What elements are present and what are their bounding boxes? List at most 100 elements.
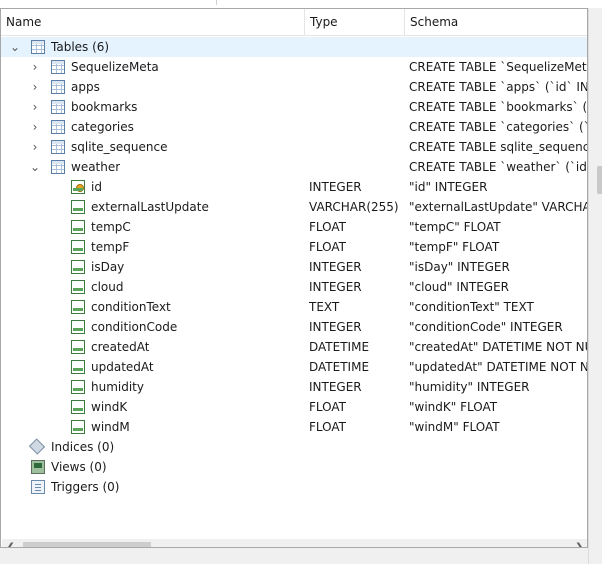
tree-node-label: Tables (6) — [51, 40, 110, 54]
field-row[interactable]: humidity INTEGER "humidity" INTEGER — [1, 377, 587, 397]
field-schema: "isDay" INTEGER — [409, 260, 510, 274]
field-row[interactable]: conditionCode INTEGER "conditionCode" IN… — [1, 317, 587, 337]
table-name: SequelizeMeta — [71, 60, 159, 74]
field-row[interactable]: cloud INTEGER "cloud" INTEGER — [1, 277, 587, 297]
splitter-handle[interactable] — [597, 166, 602, 194]
table-schema: CREATE TABLE `apps` (`id` INTEGER PRIMAR… — [409, 80, 588, 94]
field-name: isDay — [91, 260, 125, 274]
field-row[interactable]: windK FLOAT "windK" FLOAT — [1, 397, 587, 417]
chevron-down-icon[interactable]: ⌄ — [29, 160, 41, 174]
field-row[interactable]: externalLastUpdate VARCHAR(255) "externa… — [1, 197, 587, 217]
vertical-splitter[interactable] — [588, 8, 602, 564]
table-schema: CREATE TABLE sqlite_sequence(name,seq) — [409, 140, 587, 154]
field-row[interactable]: createdAt DATETIME "createdAt" DATETIME … — [1, 337, 588, 357]
field-name: id — [91, 180, 102, 194]
field-type: DATETIME — [309, 340, 370, 354]
field-row[interactable]: id INTEGER "id" INTEGER — [1, 177, 587, 197]
scroll-left-icon[interactable]: ❮ — [2, 539, 19, 547]
tree-node-indices[interactable]: Indices (0) — [1, 437, 587, 457]
table-row[interactable]: › apps CREATE TABLE `apps` (`id` INTEGER… — [1, 77, 588, 97]
field-type: INTEGER — [309, 180, 362, 194]
table-schema: CREATE TABLE `bookmarks` (`id` INTEGER P… — [409, 100, 588, 114]
horizontal-scrollbar[interactable]: ❮ ❯ — [2, 539, 587, 547]
column-icon — [71, 300, 85, 314]
field-name: cloud — [91, 280, 124, 294]
field-schema: "updatedAt" DATETIME NOT NULL — [409, 360, 588, 374]
column-icon — [71, 360, 85, 374]
chevron-right-icon[interactable]: › — [29, 100, 41, 114]
field-name: updatedAt — [91, 360, 154, 374]
toolbar-separator — [216, 0, 217, 5]
field-schema: "createdAt" DATETIME NOT NULL — [409, 340, 588, 354]
tree-node-views[interactable]: Views (0) — [1, 457, 587, 477]
header-schema[interactable]: Schema — [405, 9, 587, 36]
field-name: conditionCode — [91, 320, 178, 334]
field-row[interactable]: conditionText TEXT "conditionText" TEXT — [1, 297, 587, 317]
column-icon — [71, 320, 85, 334]
field-row[interactable]: windM FLOAT "windM" FLOAT — [1, 417, 587, 437]
table-row[interactable]: › bookmarks CREATE TABLE `bookmarks` (`i… — [1, 97, 588, 117]
table-row[interactable]: › SequelizeMeta CREATE TABLE `SequelizeM… — [1, 57, 587, 77]
table-schema: CREATE TABLE `SequelizeMeta` (`name` VAR… — [409, 60, 587, 74]
chevron-right-icon[interactable]: › — [29, 120, 41, 134]
table-icon — [51, 140, 65, 154]
column-icon — [71, 380, 85, 394]
tree-node-label: Indices (0) — [51, 440, 115, 454]
column-icon — [71, 340, 85, 354]
table-schema: CREATE TABLE `weather` (`id` INTEGER PRI… — [409, 160, 587, 174]
field-type: INTEGER — [309, 320, 362, 334]
field-schema: "humidity" INTEGER — [409, 380, 530, 394]
tree-node-tables[interactable]: ⌄ Tables (6) — [1, 37, 587, 57]
field-type: INTEGER — [309, 380, 362, 394]
header-name[interactable]: Name — [1, 9, 305, 36]
index-icon — [31, 441, 45, 453]
chevron-right-icon[interactable]: › — [29, 140, 41, 154]
table-name: categories — [71, 120, 134, 134]
table-row[interactable]: › categories CREATE TABLE `categories` (… — [1, 117, 587, 137]
trigger-icon — [31, 480, 45, 494]
table-icon — [51, 100, 65, 114]
table-row-weather[interactable]: ⌄ weather CREATE TABLE `weather` (`id` I… — [1, 157, 587, 177]
column-icon — [71, 200, 85, 214]
field-name: createdAt — [91, 340, 150, 354]
header-type[interactable]: Type — [305, 9, 405, 36]
table-icon — [51, 120, 65, 134]
field-type: FLOAT — [309, 420, 347, 434]
tree-rows: ⌄ Tables (6) › SequelizeMeta CREATE TABL… — [1, 37, 588, 497]
tree-node-triggers[interactable]: Triggers (0) — [1, 477, 587, 497]
field-row[interactable]: updatedAt DATETIME "updatedAt" DATETIME … — [1, 357, 588, 377]
chevron-down-icon[interactable]: ⌄ — [9, 40, 21, 54]
table-row[interactable]: › sqlite_sequence CREATE TABLE sqlite_se… — [1, 137, 587, 157]
field-row[interactable]: tempC FLOAT "tempC" FLOAT — [1, 217, 587, 237]
top-bar — [0, 0, 602, 8]
column-icon — [71, 260, 85, 274]
field-schema: "tempC" FLOAT — [409, 220, 501, 234]
column-icon — [71, 220, 85, 234]
column-icon — [71, 420, 85, 434]
table-name: bookmarks — [71, 100, 138, 114]
field-name: windM — [91, 420, 130, 434]
field-schema: "cloud" INTEGER — [409, 280, 509, 294]
chevron-right-icon[interactable]: › — [29, 60, 41, 74]
column-icon — [71, 240, 85, 254]
tree-node-label: Triggers (0) — [51, 480, 120, 494]
field-schema: "tempF" FLOAT — [409, 240, 500, 254]
chevron-right-icon[interactable]: › — [29, 80, 41, 94]
field-type: FLOAT — [309, 240, 347, 254]
table-icon — [51, 60, 65, 74]
field-name: tempF — [91, 240, 130, 254]
field-type: FLOAT — [309, 220, 347, 234]
table-icon — [51, 160, 65, 174]
field-row[interactable]: tempF FLOAT "tempF" FLOAT — [1, 237, 587, 257]
field-schema: "conditionText" TEXT — [409, 300, 534, 314]
column-icon — [71, 400, 85, 414]
scroll-right-icon[interactable]: ❯ — [571, 539, 587, 547]
field-schema: "id" INTEGER — [409, 180, 488, 194]
field-type: TEXT — [309, 300, 340, 314]
field-row[interactable]: isDay INTEGER "isDay" INTEGER — [1, 257, 587, 277]
column-header: Name Type Schema — [1, 9, 587, 36]
field-type: INTEGER — [309, 260, 362, 274]
table-name: sqlite_sequence — [71, 140, 168, 154]
field-type: VARCHAR(255) — [309, 200, 399, 214]
field-schema: "windK" FLOAT — [409, 400, 498, 414]
